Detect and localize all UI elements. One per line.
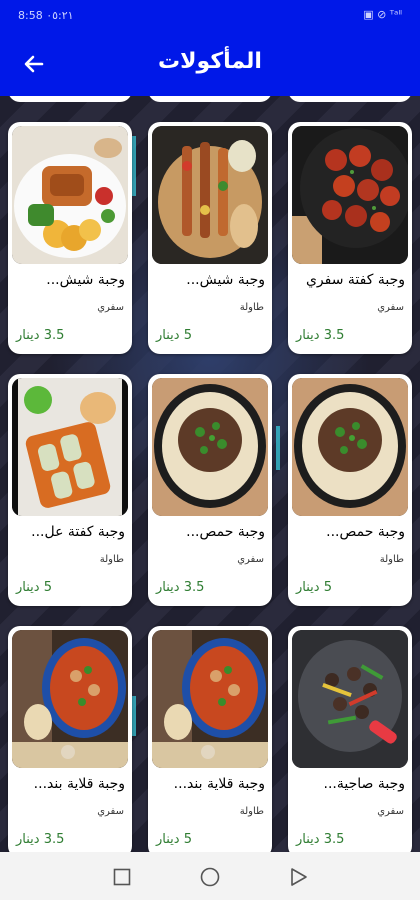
food-name: وجبة صاجية... (323, 776, 405, 792)
triangle-icon (291, 868, 307, 886)
food-image (12, 126, 128, 264)
food-name: وجبة قلاية بند... (33, 776, 125, 792)
food-price: 5 دينار (156, 328, 192, 343)
food-card[interactable]: وجبة صاجية... سفري 3.5 دينار (288, 626, 412, 852)
food-price: 3.5 دينار (16, 832, 65, 847)
food-name: وجبة قلاية بند... (173, 776, 265, 792)
back-nav-button[interactable] (288, 866, 310, 888)
recent-apps-button[interactable] (111, 866, 133, 888)
status-icons: ▣ ⊘ ᵀᵃˡˡ (363, 8, 402, 21)
food-card[interactable]: وجبة كفتة عل... طاولة 5 دينار (8, 374, 132, 606)
background-decoration (132, 136, 136, 196)
food-category: طاولة (239, 302, 264, 313)
previous-row-card (288, 96, 412, 102)
system-navigation-bar (0, 852, 420, 900)
circle-icon (200, 867, 220, 887)
food-card[interactable]: وجبة حمص... سفري 3.5 دينار (148, 374, 272, 606)
food-card[interactable]: وجبة قلاية بند... طاولة 5 دينار (148, 626, 272, 852)
food-card[interactable]: وجبة قلاية بند... سفري 3.5 دينار (8, 626, 132, 852)
food-category: سفري (97, 806, 124, 817)
background-decoration (132, 696, 136, 736)
food-price: 3.5 دينار (296, 832, 345, 847)
food-category: سفري (237, 554, 264, 565)
status-bar: 8:58 ٠٥:٢١ ▣ ⊘ ᵀᵃˡˡ (0, 0, 420, 32)
status-time: 8:58 ٠٥:٢١ (18, 9, 74, 22)
food-name: وجبة كفتة عل... (31, 524, 125, 540)
food-price: 5 دينار (16, 580, 52, 595)
home-button[interactable] (199, 866, 221, 888)
food-price: 3.5 دينار (16, 328, 65, 343)
food-price: 5 دينار (156, 832, 192, 847)
food-category: طاولة (99, 554, 124, 565)
food-image (12, 630, 128, 768)
food-category: سفري (377, 806, 404, 817)
food-name: وجبة شيش... (46, 272, 125, 288)
food-category: طاولة (379, 554, 404, 565)
page-title: المأكولات (158, 49, 262, 74)
food-name: وجبة حمص... (326, 524, 405, 540)
food-price: 3.5 دينار (156, 580, 205, 595)
food-card[interactable]: وجبة كفتة سفري سفري 3.5 دينار (288, 122, 412, 354)
food-image (12, 378, 128, 516)
food-price: 5 دينار (296, 580, 332, 595)
food-image (152, 630, 268, 768)
food-category: طاولة (239, 806, 264, 817)
food-category: سفري (97, 302, 124, 313)
food-card[interactable]: وجبة شيش... سفري 3.5 دينار (8, 122, 132, 354)
food-image (152, 126, 268, 264)
food-image (152, 378, 268, 516)
food-image (292, 126, 408, 264)
food-image (292, 630, 408, 768)
food-image (292, 378, 408, 516)
food-card[interactable]: وجبة شيش... طاولة 5 دينار (148, 122, 272, 354)
food-card[interactable]: وجبة حمص... طاولة 5 دينار (288, 374, 412, 606)
food-name: وجبة شيش... (186, 272, 265, 288)
app-bar: المأكولات (0, 32, 420, 96)
food-grid[interactable]: وجبة شيش... سفري 3.5 دينار وجبة شيش... ط… (0, 96, 420, 852)
background-decoration (276, 426, 280, 470)
square-icon (113, 868, 131, 886)
food-name: وجبة كفتة سفري (305, 272, 405, 288)
previous-row-card (148, 96, 272, 102)
food-name: وجبة حمص... (186, 524, 265, 540)
previous-row-card (8, 96, 132, 102)
food-category: سفري (377, 302, 404, 313)
food-price: 3.5 دينار (296, 328, 345, 343)
